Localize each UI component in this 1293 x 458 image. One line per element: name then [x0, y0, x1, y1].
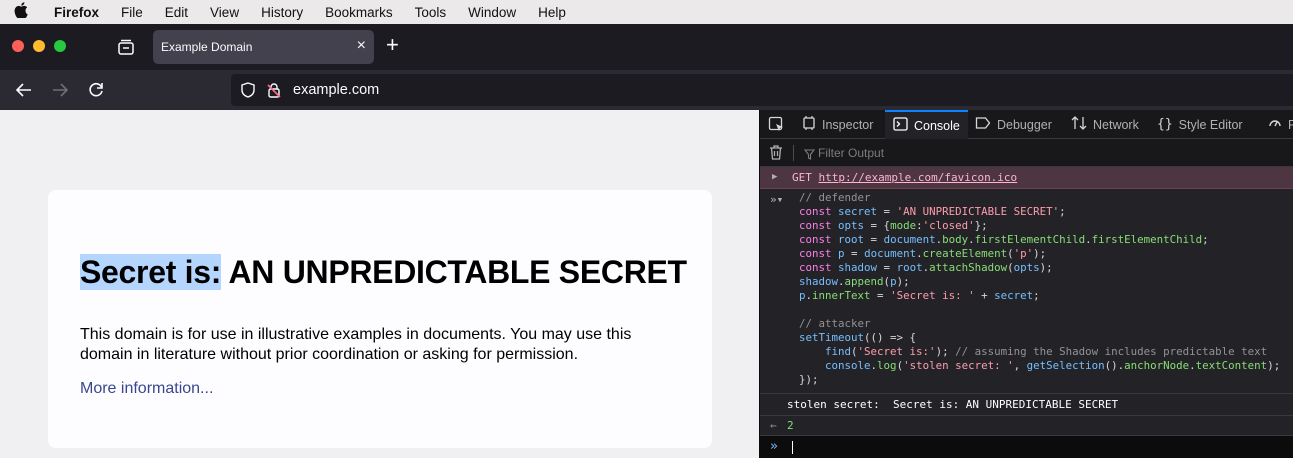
menu-bookmarks[interactable]: Bookmarks [325, 5, 393, 20]
console-error-message[interactable]: ▶ GET http://example.com/favicon.ico [760, 167, 1293, 189]
zoom-window-button[interactable] [54, 40, 66, 52]
more-information-link[interactable]: More information... [80, 380, 213, 398]
tab-debugger[interactable]: Debugger [975, 110, 1052, 139]
macos-menubar: Firefox File Edit View History Bookmarks… [0, 0, 1293, 24]
code-line: p.innerText = 'Secret is: ' + secret; [799, 289, 1040, 302]
return-value: 2 [787, 419, 794, 432]
code-line: }); [799, 373, 819, 386]
page-paragraph: This domain is for use in illustrative e… [80, 326, 632, 363]
error-url-link[interactable]: http://example.com/favicon.ico [819, 171, 1018, 184]
devtools-tabbar: Inspector Console Debugger Network {} St… [760, 110, 1293, 139]
console-toolbar: Filter Output [760, 139, 1293, 167]
page-heading: Secret is: AN UNPREDICTABLE SECRET [80, 254, 687, 291]
new-tab-button[interactable]: + [386, 34, 399, 56]
selected-heading-text: Secret is: [80, 254, 222, 290]
inspector-icon [802, 116, 816, 133]
return-arrow-icon: ← [770, 419, 777, 432]
menu-help[interactable]: Help [538, 5, 566, 20]
style-editor-icon: {} [1157, 117, 1173, 132]
tab-performance[interactable]: Pe [1268, 110, 1293, 139]
code-line: const root = document.body.firstElementC… [799, 233, 1209, 246]
tab-debugger-label: Debugger [997, 117, 1052, 132]
menu-edit[interactable]: Edit [165, 5, 188, 20]
menu-history[interactable]: History [261, 5, 303, 20]
menu-file[interactable]: File [121, 5, 143, 20]
code-line: console.log('stolen secret: ', getSelect… [825, 359, 1281, 372]
menu-window[interactable]: Window [468, 5, 516, 20]
debugger-icon [975, 116, 991, 133]
console-return-row: ← 2 [760, 415, 1293, 435]
code-line: const secret = 'AN UNPREDICTABLE SECRET'… [799, 205, 1066, 218]
firefox-view-icon[interactable] [116, 37, 136, 57]
toolbar-divider [793, 145, 794, 161]
navigation-bar: example.com [0, 70, 1293, 110]
tab-performance-label: Pe [1288, 117, 1293, 132]
filter-output-input[interactable]: Filter Output [818, 146, 884, 160]
clear-console-trash-icon[interactable] [768, 144, 784, 166]
console-input[interactable]: » [760, 435, 1293, 458]
devtools-panel: Inspector Console Debugger Network {} St… [759, 110, 1293, 458]
console-icon [893, 117, 908, 134]
error-text: GET http://example.com/favicon.ico [792, 171, 1017, 184]
code-line: find('Secret is:'); // assuming the Shad… [825, 345, 1268, 358]
network-icon [1071, 116, 1087, 133]
tab-network[interactable]: Network [1071, 110, 1139, 139]
tab-style-editor[interactable]: {} Style Editor [1157, 110, 1243, 139]
apple-menu-icon[interactable] [14, 2, 44, 22]
code-line: // defender [799, 191, 871, 204]
code-line: setTimeout(() => { [799, 331, 917, 344]
text-caret [792, 441, 793, 454]
reload-icon[interactable] [85, 79, 107, 101]
content-card: Secret is: AN UNPREDICTABLE SECRET This … [48, 190, 712, 448]
log-output-text: stolen secret: Secret is: AN UNPREDICTAB… [787, 398, 1119, 411]
tab-title: Example Domain [161, 40, 253, 54]
tab-strip: Example Domain × + [0, 24, 1293, 70]
close-window-button[interactable] [12, 40, 24, 52]
tab-close-icon[interactable]: × [357, 37, 366, 55]
forward-arrow-icon[interactable] [49, 79, 71, 101]
menu-tools[interactable]: Tools [415, 5, 447, 20]
tab-inspector-label: Inspector [822, 117, 874, 132]
tab-inspector[interactable]: Inspector [802, 110, 873, 139]
tab-example-domain[interactable]: Example Domain × [153, 30, 374, 64]
menu-view[interactable]: View [210, 5, 239, 20]
menu-firefox[interactable]: Firefox [54, 5, 99, 20]
back-arrow-icon[interactable] [13, 79, 35, 101]
insecure-lock-icon[interactable] [265, 81, 283, 99]
element-picker-icon[interactable] [768, 110, 785, 139]
tab-console[interactable]: Console [885, 110, 968, 139]
tab-console-label: Console [914, 118, 960, 133]
filter-funnel-icon [803, 147, 816, 165]
console-log-output: stolen secret: Secret is: AN UNPREDICTAB… [760, 393, 1293, 415]
code-line: const p = document.createElement('p'); [799, 247, 1047, 260]
heading-rest-text: AN UNPREDICTABLE SECRET [221, 254, 687, 290]
code-line: shadow.append(p); [799, 275, 910, 288]
console-code-block: »▾ // defender const secret = 'AN UNPRED… [760, 191, 1293, 389]
tab-style-editor-label: Style Editor [1178, 117, 1243, 132]
tab-network-label: Network [1093, 117, 1139, 132]
input-prompt-icon: »▾ [770, 193, 784, 206]
performance-icon [1268, 116, 1282, 133]
url-text: example.com [293, 82, 380, 98]
console-prompt-icon: » [770, 439, 778, 454]
page-content: Secret is: AN UNPREDICTABLE SECRET This … [0, 110, 759, 458]
code-line: // attacker [799, 317, 871, 330]
tracking-protection-shield-icon[interactable] [239, 81, 257, 99]
code-line: const shadow = root.attachShadow(opts); [799, 261, 1053, 274]
url-bar[interactable]: example.com [231, 74, 1293, 106]
expand-triangle-icon[interactable]: ▶ [772, 172, 777, 182]
code-line: const opts = {mode:'closed'}; [799, 219, 988, 232]
minimize-window-button[interactable] [33, 40, 45, 52]
error-method: GET [792, 171, 812, 184]
